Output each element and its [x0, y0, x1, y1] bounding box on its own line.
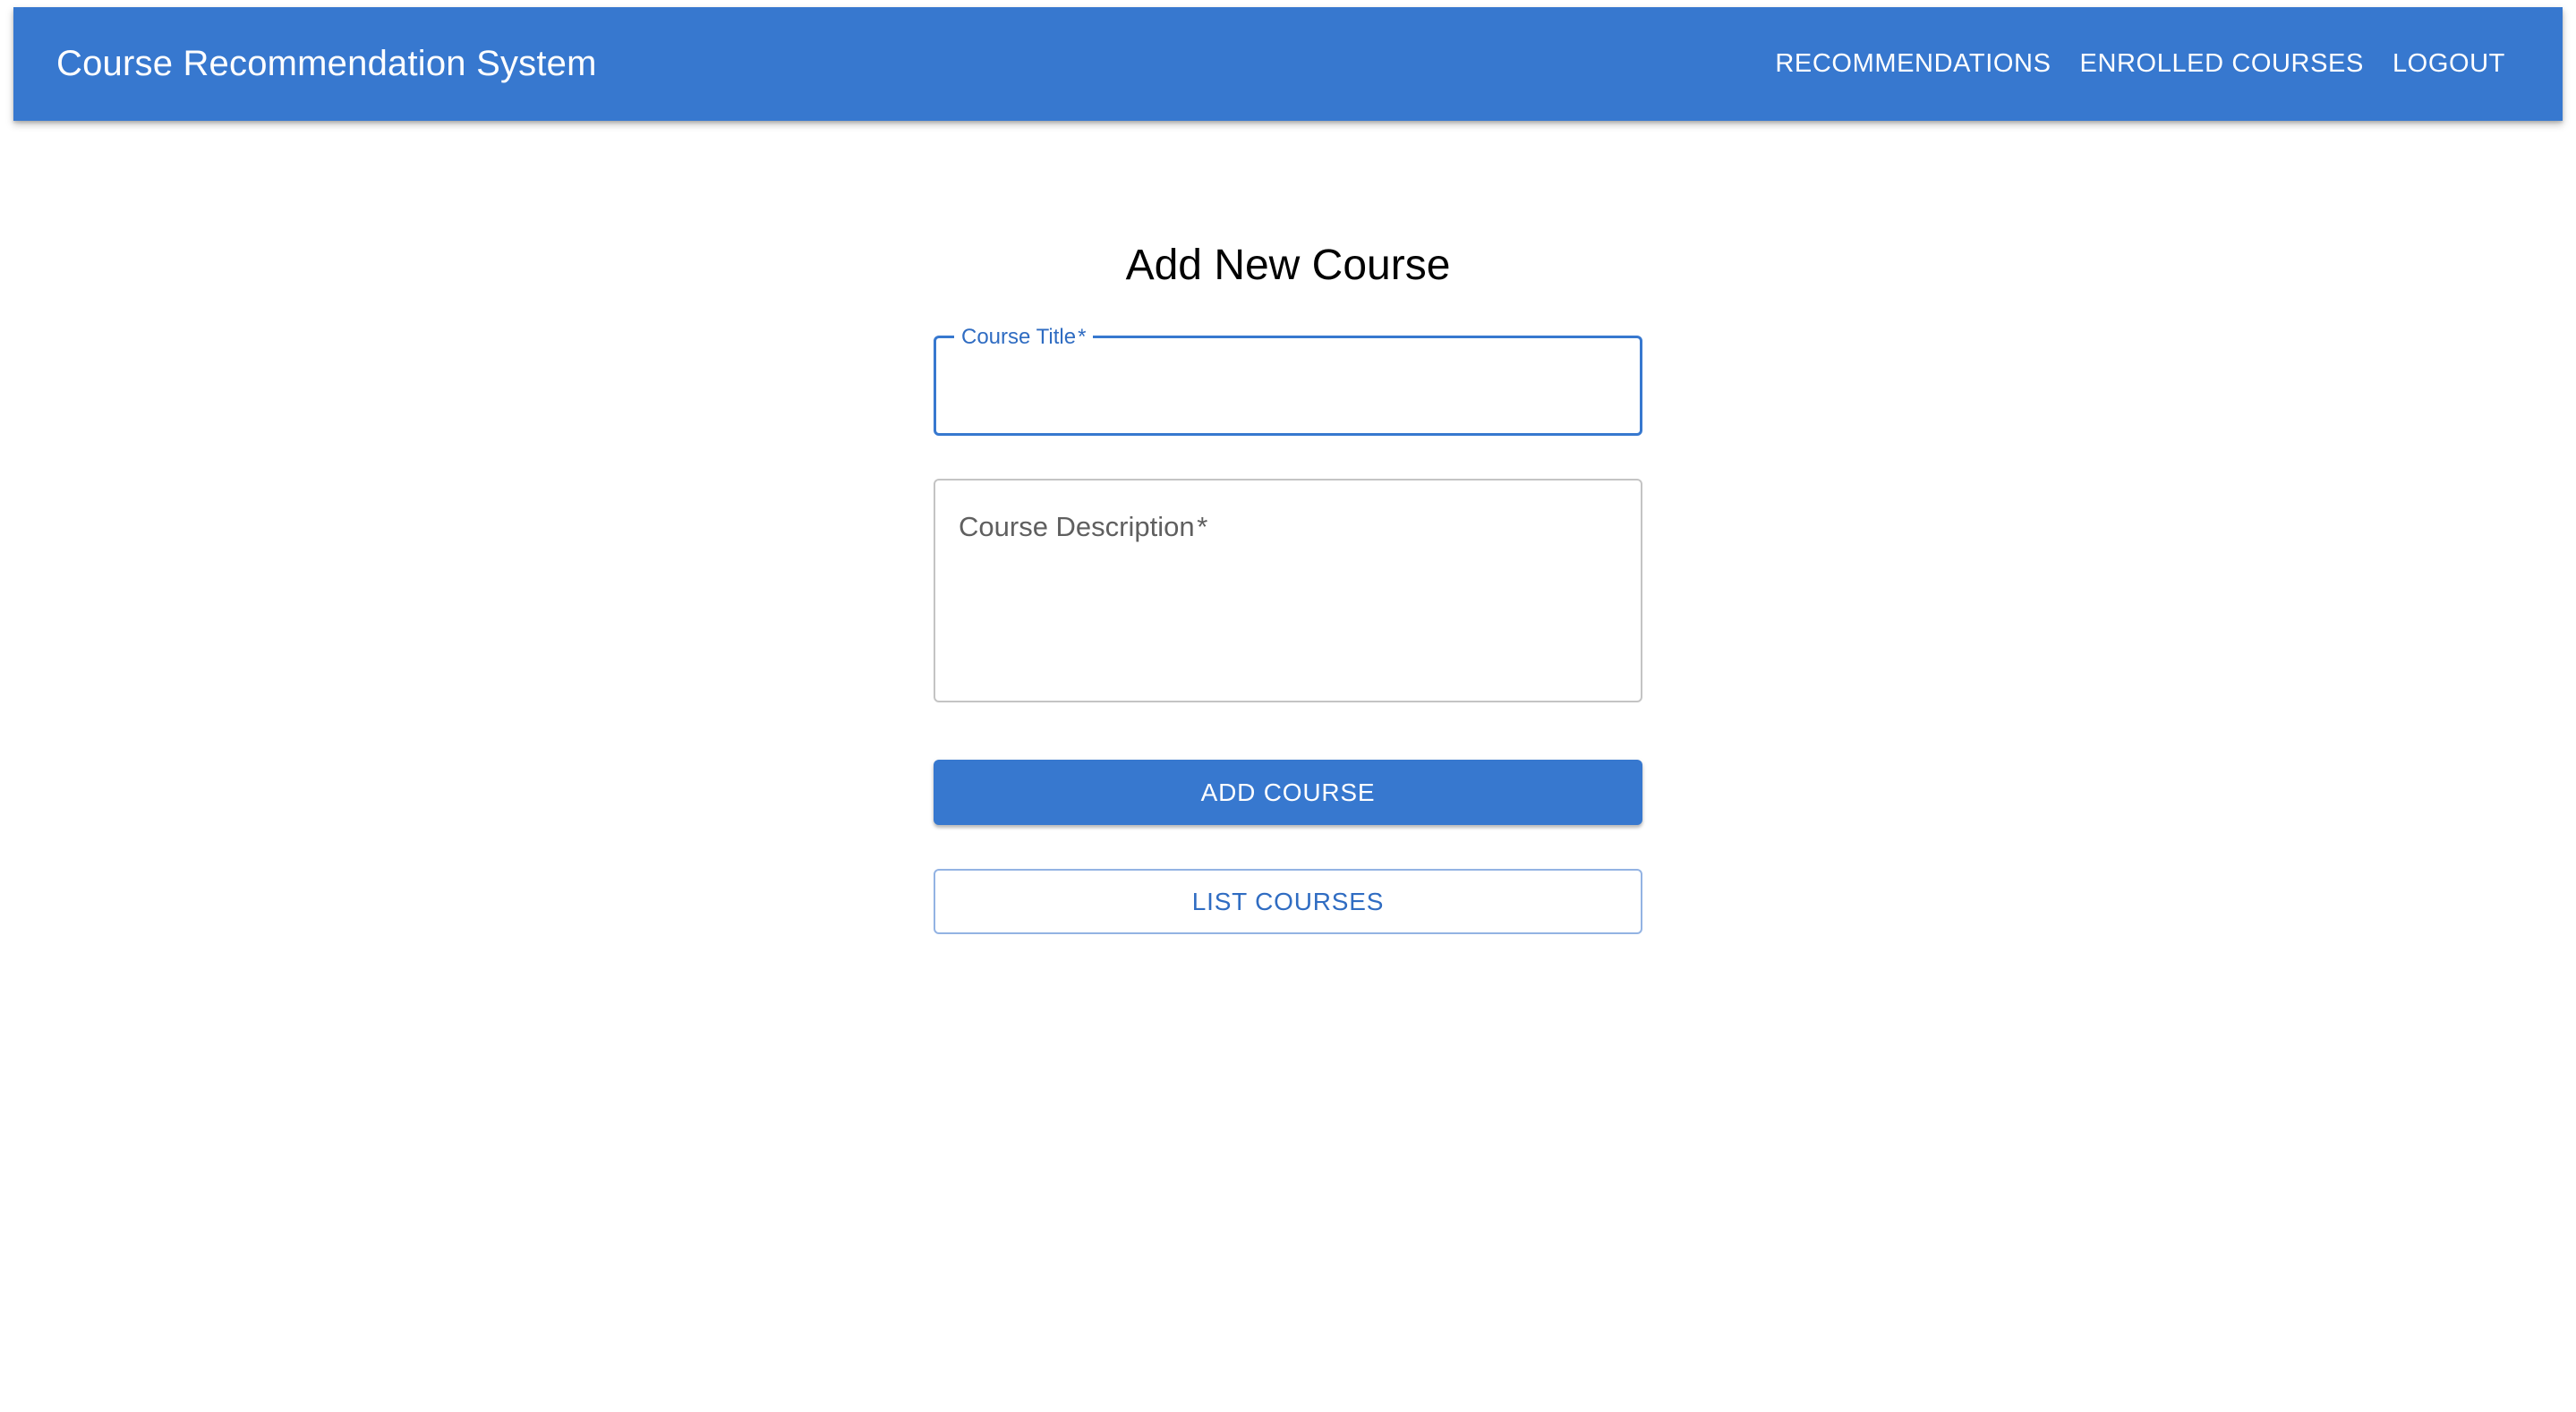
add-course-button[interactable]: ADD COURSE — [934, 760, 1642, 825]
course-title-field[interactable]: Course Title * — [934, 326, 1642, 436]
course-title-label: Course Title * — [954, 326, 1094, 349]
nav-recommendations[interactable]: RECOMMENDATIONS — [1761, 38, 2065, 89]
nav-logout[interactable]: LOGOUT — [2378, 38, 2520, 89]
add-course-form: Add New Course Course Title * Course Des… — [934, 225, 1642, 934]
course-description-field[interactable]: Course Description * — [934, 479, 1642, 702]
app-bar: Course Recommendation System RECOMMENDAT… — [13, 7, 2563, 121]
nav-enrolled-courses[interactable]: ENROLLED COURSES — [2066, 38, 2378, 89]
list-courses-button[interactable]: LIST COURSES — [934, 869, 1642, 934]
page-title: Add New Course — [1125, 242, 1451, 289]
app-title: Course Recommendation System — [56, 44, 597, 83]
course-title-input[interactable] — [958, 363, 1618, 410]
top-nav: RECOMMENDATIONS ENROLLED COURSES LOGOUT — [1761, 38, 2520, 89]
course-description-input[interactable] — [959, 504, 1617, 683]
